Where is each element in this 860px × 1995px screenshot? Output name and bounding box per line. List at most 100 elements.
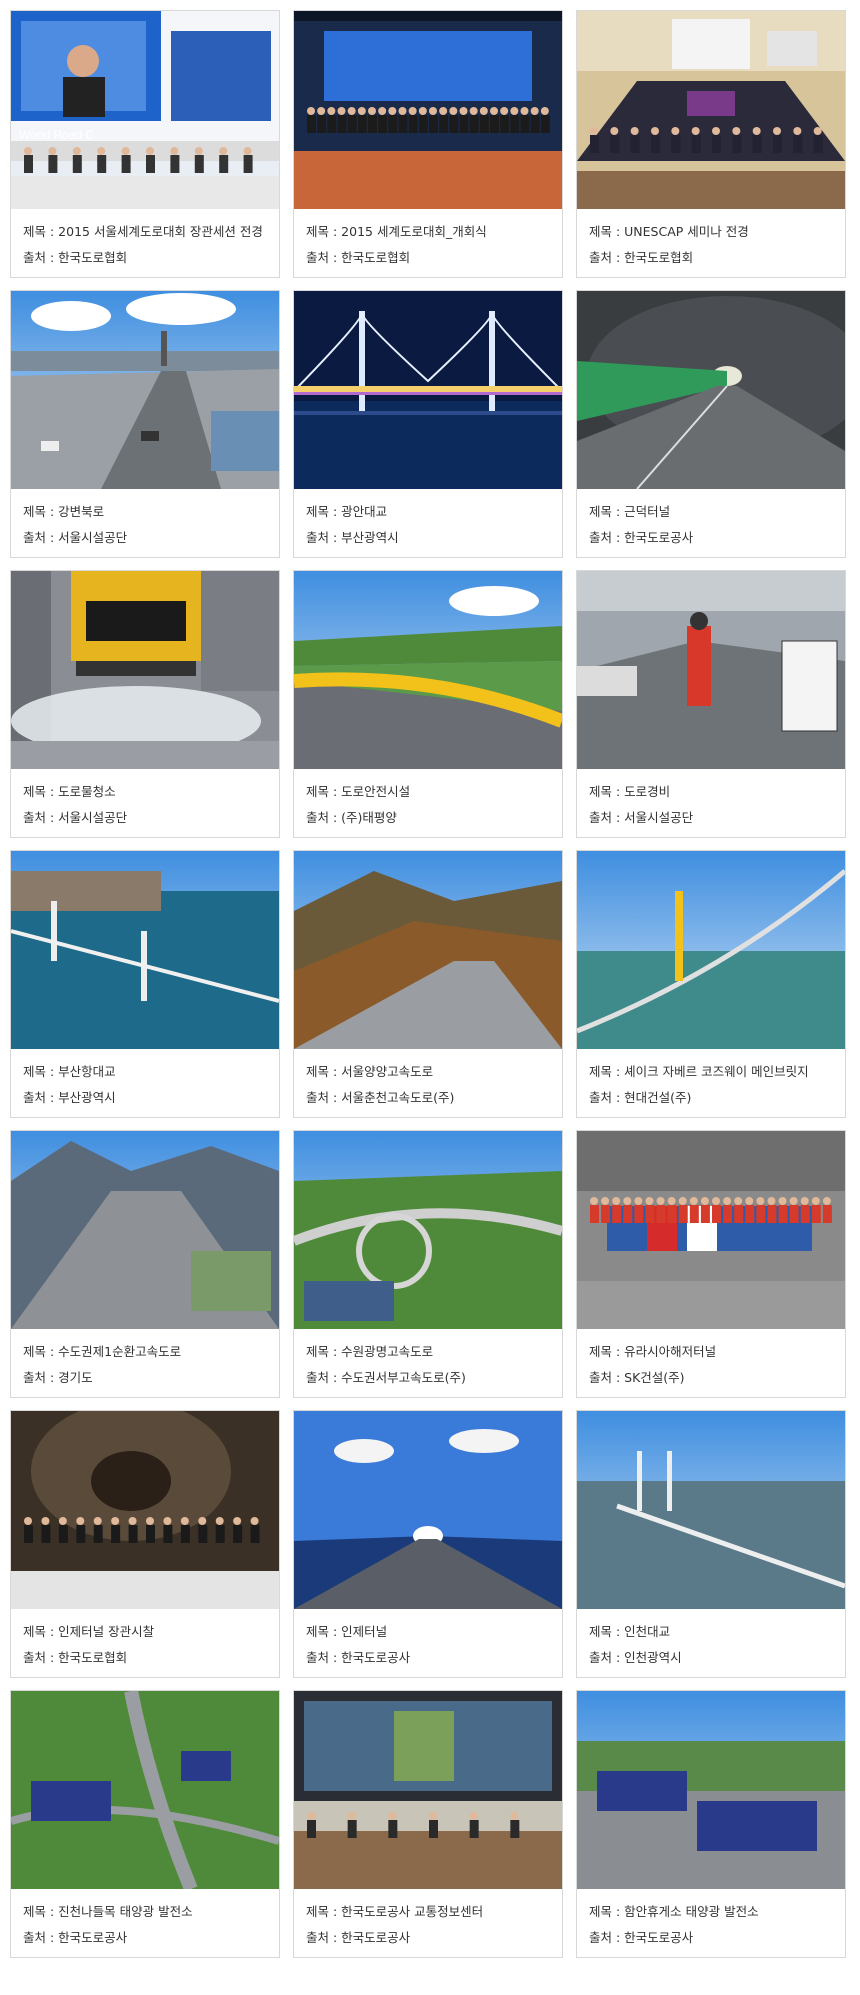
gallery-photo[interactable]	[11, 291, 279, 489]
photo-caption: 제목 : 강변북로출처 : 서울시설공단	[23, 499, 271, 551]
gallery-card[interactable]: 제목 : 수도권제1순환고속도로출처 : 경기도	[10, 1130, 280, 1398]
gallery-card[interactable]: 제목 : 인제터널 출처 : 한국도로공사	[293, 1410, 563, 1678]
gallery-photo[interactable]	[577, 571, 845, 769]
photo-source: 출처 : 한국도로협회	[306, 250, 411, 265]
gallery-photo[interactable]	[577, 1691, 845, 1889]
photo-caption: 제목 : 부산항대교 출처 : 부산광역시	[23, 1059, 271, 1111]
gallery-card[interactable]: 제목 : 도로안전시설출처 : (주)태평양	[293, 570, 563, 838]
photo-title: 제목 : 수도권제1순환고속도로	[23, 1344, 182, 1359]
photo-title: 제목 : 진천나들목 태양광 발전소	[23, 1904, 193, 1919]
gallery-photo[interactable]	[11, 1131, 279, 1329]
photo-caption: 제목 : 수도권제1순환고속도로출처 : 경기도	[23, 1339, 271, 1391]
photo-caption: 제목 : 한국도로공사 교통정보센터 출처 : 한국도로공사	[306, 1899, 554, 1951]
gallery-photo[interactable]	[294, 291, 562, 489]
photo-source: 출처 : 서울시설공단	[23, 530, 128, 545]
photo-title: 제목 : 2015 서울세계도로대회 장관세션 전경	[23, 224, 263, 239]
photo-caption: 제목 : 진천나들목 태양광 발전소출처 : 한국도로공사	[23, 1899, 271, 1951]
photo-source: 출처 : 부산광역시	[306, 530, 399, 545]
gallery-photo[interactable]	[577, 851, 845, 1049]
photo-source: 출처 : 서울시설공단	[589, 810, 694, 825]
gallery-photo[interactable]	[577, 11, 845, 209]
photo-source: 출처 : SK건설(주)	[589, 1370, 685, 1385]
gallery-card[interactable]: 제목 : 셰이크 자베르 코즈웨이 메인브릿지출처 : 현대건설(주)	[576, 850, 846, 1118]
gallery-card[interactable]: 제목 : 광안대교출처 : 부산광역시	[293, 290, 563, 558]
gallery-photo[interactable]	[294, 11, 562, 209]
photo-caption: 제목 : 수원광명고속도로출처 : 수도권서부고속도로(주)	[306, 1339, 554, 1391]
photo-title: 제목 : 근덕터널	[589, 504, 671, 519]
photo-title: 제목 : 도로경비	[589, 784, 671, 799]
photo-title: 제목 : 서울양양고속도로	[306, 1064, 434, 1079]
photo-source: 출처 : 경기도	[23, 1370, 93, 1385]
photo-title: 제목 : 인제터널 장관시찰	[23, 1624, 155, 1639]
photo-gallery: World Road C 제목 : 2015 서울세계도로대회 장관세션 전경출처…	[0, 0, 860, 1995]
gallery-photo[interactable]	[11, 1411, 279, 1609]
photo-caption: 제목 : 도로안전시설출처 : (주)태평양	[306, 779, 554, 831]
photo-caption: 제목 : 인제터널 장관시찰출처 : 한국도로협회	[23, 1619, 271, 1671]
photo-title: 제목 : 부산항대교	[23, 1064, 116, 1079]
photo-caption: 제목 : 2015 세계도로대회_개회식 출처 : 한국도로협회	[306, 219, 554, 271]
photo-source: 출처 : 한국도로협회	[23, 1650, 128, 1665]
photo-caption: 제목 : 서울양양고속도로출처 : 서울춘천고속도로(주)	[306, 1059, 554, 1111]
photo-source: 출처 : 한국도로공사	[589, 530, 694, 545]
photo-caption: 제목 : 근덕터널출처 : 한국도로공사	[589, 499, 837, 551]
gallery-photo[interactable]	[294, 851, 562, 1049]
gallery-card[interactable]: 제목 : 수원광명고속도로출처 : 수도권서부고속도로(주)	[293, 1130, 563, 1398]
photo-caption: 제목 : 셰이크 자베르 코즈웨이 메인브릿지출처 : 현대건설(주)	[589, 1059, 837, 1111]
svg-text:World Road C: World Road C	[19, 128, 94, 142]
photo-source: 출처 : 수도권서부고속도로(주)	[306, 1370, 466, 1385]
photo-title: 제목 : 인천대교	[589, 1624, 671, 1639]
gallery-card[interactable]: 제목 : 인천대교출처 : 인천광역시	[576, 1410, 846, 1678]
gallery-card[interactable]: 제목 : 인제터널 장관시찰출처 : 한국도로협회	[10, 1410, 280, 1678]
photo-caption: 제목 : 도로물청소출처 : 서울시설공단	[23, 779, 271, 831]
gallery-photo[interactable]	[577, 1131, 845, 1329]
photo-source: 출처 : 한국도로공사	[306, 1650, 411, 1665]
photo-caption: 제목 : 유라시아해저터널출처 : SK건설(주)	[589, 1339, 837, 1391]
gallery-card[interactable]: 제목 : 유라시아해저터널출처 : SK건설(주)	[576, 1130, 846, 1398]
gallery-photo[interactable]	[294, 1131, 562, 1329]
photo-source: 출처 : 한국도로공사	[589, 1930, 694, 1945]
gallery-card[interactable]: World Road C 제목 : 2015 서울세계도로대회 장관세션 전경출처…	[10, 10, 280, 278]
gallery-card[interactable]: 제목 : 도로경비출처 : 서울시설공단	[576, 570, 846, 838]
photo-caption: 제목 : 2015 서울세계도로대회 장관세션 전경출처 : 한국도로협회	[23, 219, 271, 271]
photo-title: 제목 : 도로물청소	[23, 784, 116, 799]
gallery-photo[interactable]	[11, 571, 279, 769]
gallery-card[interactable]: 제목 : 함안휴게소 태양광 발전소 출처 : 한국도로공사	[576, 1690, 846, 1958]
gallery-photo[interactable]	[294, 1411, 562, 1609]
photo-caption: 제목 : 도로경비출처 : 서울시설공단	[589, 779, 837, 831]
gallery-card[interactable]: 제목 : 도로물청소출처 : 서울시설공단	[10, 570, 280, 838]
photo-title: 제목 : UNESCAP 세미나 전경	[589, 224, 749, 239]
gallery-card[interactable]: 제목 : 강변북로출처 : 서울시설공단	[10, 290, 280, 558]
gallery-photo[interactable]	[577, 291, 845, 489]
gallery-card[interactable]: 제목 : 2015 세계도로대회_개회식 출처 : 한국도로협회	[293, 10, 563, 278]
photo-caption: 제목 : 인제터널 출처 : 한국도로공사	[306, 1619, 554, 1671]
gallery-card[interactable]: 제목 : 진천나들목 태양광 발전소출처 : 한국도로공사	[10, 1690, 280, 1958]
gallery-card[interactable]: 제목 : 근덕터널출처 : 한국도로공사	[576, 290, 846, 558]
gallery-photo[interactable]	[294, 1691, 562, 1889]
photo-source: 출처 : 인천광역시	[589, 1650, 682, 1665]
photo-title: 제목 : 광안대교	[306, 504, 388, 519]
gallery-photo[interactable]: World Road C	[11, 11, 279, 209]
photo-source: 출처 : 한국도로협회	[23, 250, 128, 265]
photo-source: 출처 : 서울시설공단	[23, 810, 128, 825]
gallery-photo[interactable]	[577, 1411, 845, 1609]
gallery-card[interactable]: 제목 : 부산항대교 출처 : 부산광역시	[10, 850, 280, 1118]
gallery-card[interactable]: 제목 : 한국도로공사 교통정보센터 출처 : 한국도로공사	[293, 1690, 563, 1958]
photo-source: 출처 : 서울춘천고속도로(주)	[306, 1090, 455, 1105]
photo-caption: 제목 : 인천대교출처 : 인천광역시	[589, 1619, 837, 1671]
photo-source: 출처 : 현대건설(주)	[589, 1090, 692, 1105]
photo-title: 제목 : 강변북로	[23, 504, 105, 519]
photo-title: 제목 : 셰이크 자베르 코즈웨이 메인브릿지	[589, 1064, 809, 1079]
photo-title: 제목 : 도로안전시설	[306, 784, 411, 799]
photo-title: 제목 : 유라시아해저터널	[589, 1344, 717, 1359]
photo-source: 출처 : (주)태평양	[306, 810, 397, 825]
gallery-photo[interactable]	[11, 1691, 279, 1889]
gallery-card[interactable]: 제목 : UNESCAP 세미나 전경출처 : 한국도로협회	[576, 10, 846, 278]
gallery-photo[interactable]	[294, 571, 562, 769]
photo-source: 출처 : 한국도로공사	[306, 1930, 411, 1945]
gallery-card[interactable]: 제목 : 서울양양고속도로출처 : 서울춘천고속도로(주)	[293, 850, 563, 1118]
photo-caption: 제목 : 함안휴게소 태양광 발전소 출처 : 한국도로공사	[589, 1899, 837, 1951]
gallery-photo[interactable]	[11, 851, 279, 1049]
photo-source: 출처 : 한국도로공사	[23, 1930, 128, 1945]
photo-source: 출처 : 한국도로협회	[589, 250, 694, 265]
photo-title: 제목 : 수원광명고속도로	[306, 1344, 434, 1359]
